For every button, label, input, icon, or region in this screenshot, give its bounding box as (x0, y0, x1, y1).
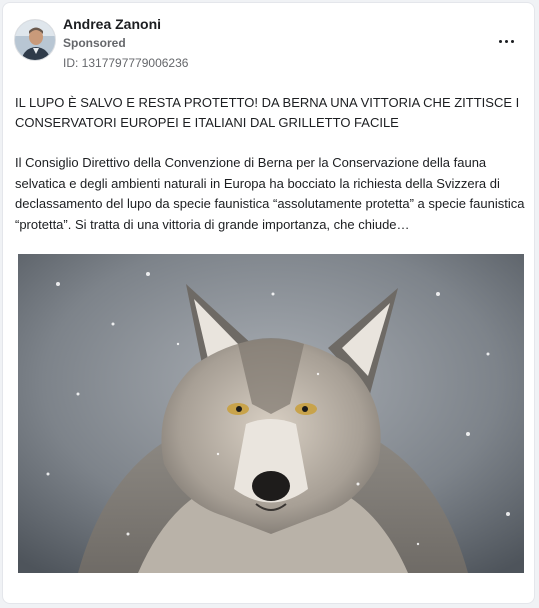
ad-id: ID: 1317797779006236 (63, 56, 189, 70)
author-name[interactable]: Andrea Zanoni (63, 16, 161, 32)
post-headline: IL LUPO È SALVO E RESTA PROTETTO! DA BER… (15, 95, 520, 130)
post-image-wolf[interactable] (18, 254, 524, 573)
wolf-illustration (18, 254, 524, 573)
post-body: Il Consiglio Direttivo della Convenzione… (15, 155, 525, 232)
sponsored-label[interactable]: Sponsored (63, 36, 126, 50)
more-options-icon[interactable] (495, 33, 519, 49)
sponsored-post-card: Andrea Zanoni Sponsored ID: 131779777900… (2, 2, 535, 604)
author-avatar[interactable] (14, 19, 56, 61)
author-photo (15, 20, 55, 60)
